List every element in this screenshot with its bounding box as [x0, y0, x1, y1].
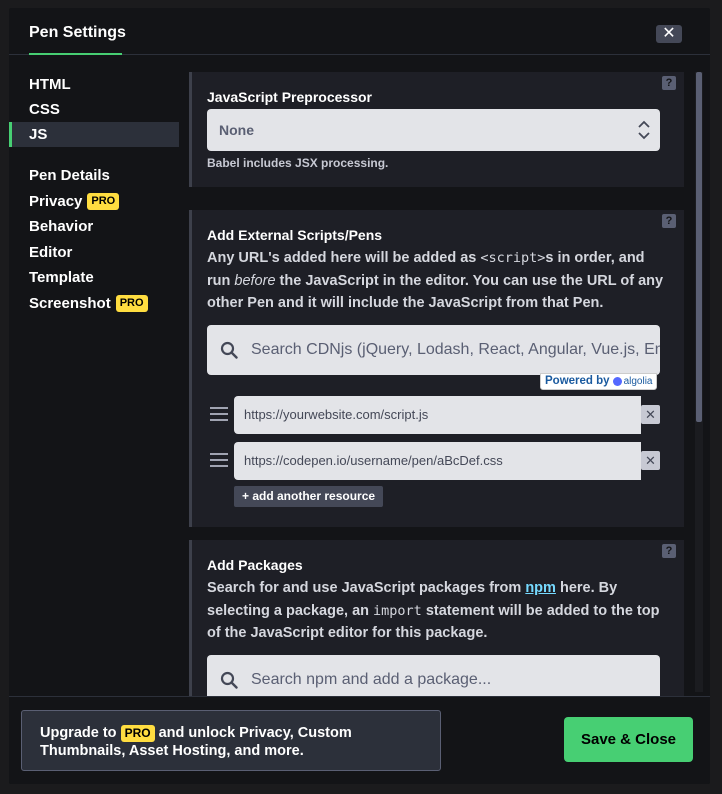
modal-header: Pen Settings ✕ — [9, 8, 710, 58]
content-scrollbar[interactable] — [695, 72, 703, 692]
preprocessor-select[interactable]: None — [207, 109, 660, 151]
resource-placeholder: https://codepen.io/username/pen/aBcDef.c… — [244, 453, 503, 468]
desc-code: <script> — [480, 250, 546, 266]
search-icon — [220, 671, 238, 689]
sidebar-item-label: Behavior — [29, 218, 94, 235]
drag-handle-icon[interactable] — [210, 407, 228, 423]
search-placeholder: Search CDNjs (jQuery, Lodash, React, Ang… — [251, 341, 660, 358]
sidebar-item-pen-details[interactable]: Pen Details — [9, 162, 179, 188]
algolia-icon — [612, 377, 622, 386]
algolia-text: algolia — [623, 376, 653, 387]
panel-title: Add External Scripts/Pens — [207, 227, 383, 243]
external-description: Any URL's added here will be added as <s… — [207, 247, 667, 315]
resource-row: https://codepen.io/username/pen/aBcDef.c… — [210, 442, 670, 480]
remove-resource-button[interactable]: ✕ — [641, 405, 660, 424]
scrollbar-thumb[interactable] — [696, 72, 702, 422]
packages-panel: ? Add Packages Search for and use JavaSc… — [189, 540, 684, 697]
remove-resource-button[interactable]: ✕ — [641, 451, 660, 470]
panel-title: JavaScript Preprocessor — [207, 89, 372, 105]
add-resource-button[interactable]: + add another resource — [234, 486, 384, 507]
preprocessor-hint: Babel includes JSX processing. — [207, 156, 389, 170]
pro-badge: PRO — [120, 725, 155, 742]
algolia-logo: algolia — [612, 374, 653, 389]
sidebar-item-label: Template — [29, 269, 94, 286]
sidebar-item-label: CSS — [29, 101, 60, 118]
powered-by-text: Powered by — [545, 375, 610, 387]
resource-url-input[interactable]: https://codepen.io/username/pen/aBcDef.c… — [234, 442, 641, 480]
close-icon: ✕ — [662, 25, 676, 42]
npm-link[interactable]: npm — [525, 580, 556, 596]
resource-url-input[interactable]: https://yourwebsite.com/script.js — [234, 396, 641, 434]
sidebar-item-js[interactable]: JS — [9, 122, 179, 147]
upgrade-banner[interactable]: Upgrade to PRO and unlock Privacy, Custo… — [21, 710, 441, 771]
title-divider — [9, 53, 710, 55]
drag-handle-icon[interactable] — [210, 453, 228, 469]
external-scripts-panel: ? Add External Scripts/Pens Any URL's ad… — [189, 210, 684, 527]
sidebar-item-label: Privacy — [29, 192, 83, 210]
npm-search-input[interactable]: Search npm and add a package... — [207, 655, 660, 697]
modal-footer: Upgrade to PRO and unlock Privacy, Custo… — [9, 696, 710, 784]
preprocessor-panel: ? JavaScript Preprocessor None Babel inc… — [189, 72, 684, 187]
cdnjs-search-input[interactable]: Search CDNjs (jQuery, Lodash, React, Ang… — [207, 325, 660, 375]
resource-placeholder: https://yourwebsite.com/script.js — [244, 407, 429, 422]
sidebar-item-label: Editor — [29, 243, 73, 261]
help-icon[interactable]: ? — [662, 214, 676, 228]
pen-settings-modal: Pen Settings ✕ HTML CSS JS Pen Details P… — [9, 8, 710, 784]
sidebar-item-editor[interactable]: Editor — [9, 239, 179, 265]
sidebar-item-html[interactable]: HTML — [9, 72, 179, 97]
help-icon[interactable]: ? — [662, 544, 676, 558]
sidebar-item-label: Pen Details — [29, 166, 110, 184]
sidebar-item-privacy[interactable]: Privacy PRO — [9, 188, 179, 214]
desc-emphasis: before — [234, 272, 276, 289]
title-accent — [29, 53, 122, 55]
resource-row: https://yourwebsite.com/script.js ✕ — [210, 396, 670, 434]
panel-title: Add Packages — [207, 557, 303, 573]
pro-badge: PRO — [87, 192, 120, 210]
upgrade-text: Upgrade to — [40, 725, 121, 741]
help-icon[interactable]: ? — [662, 76, 676, 90]
desc-code: import — [373, 602, 422, 619]
packages-description: Search for and use JavaScript packages f… — [207, 577, 667, 645]
page-background — [0, 0, 722, 8]
modal-title: Pen Settings — [29, 24, 126, 41]
close-button[interactable]: ✕ — [656, 25, 682, 43]
desc-text: Any URL's added here will be added as — [207, 250, 481, 266]
sidebar-item-label: HTML — [29, 76, 71, 93]
settings-content: ? JavaScript Preprocessor None Babel inc… — [189, 72, 689, 697]
sidebar-item-label: Screenshot — [29, 294, 111, 312]
sidebar-item-template[interactable]: Template — [9, 265, 179, 290]
select-value: None — [219, 122, 254, 138]
chevron-updown-icon — [638, 120, 650, 140]
desc-text: Search for and use JavaScript packages f… — [207, 580, 526, 596]
sidebar-item-css[interactable]: CSS — [9, 97, 179, 122]
powered-by-algolia[interactable]: Powered by algolia — [540, 373, 658, 390]
search-placeholder: Search npm and add a package... — [251, 671, 492, 688]
pro-badge: PRO — [115, 294, 148, 312]
search-icon — [220, 341, 238, 359]
sidebar-item-screenshot[interactable]: Screenshot PRO — [9, 290, 179, 316]
save-close-button[interactable]: Save & Close — [564, 717, 693, 762]
settings-sidebar: HTML CSS JS Pen Details Privacy PRO Behav… — [9, 72, 179, 316]
desc-text: the JavaScript in the editor. You can us… — [207, 272, 664, 312]
sidebar-item-behavior[interactable]: Behavior — [9, 214, 179, 239]
sidebar-item-label: JS — [29, 126, 48, 143]
